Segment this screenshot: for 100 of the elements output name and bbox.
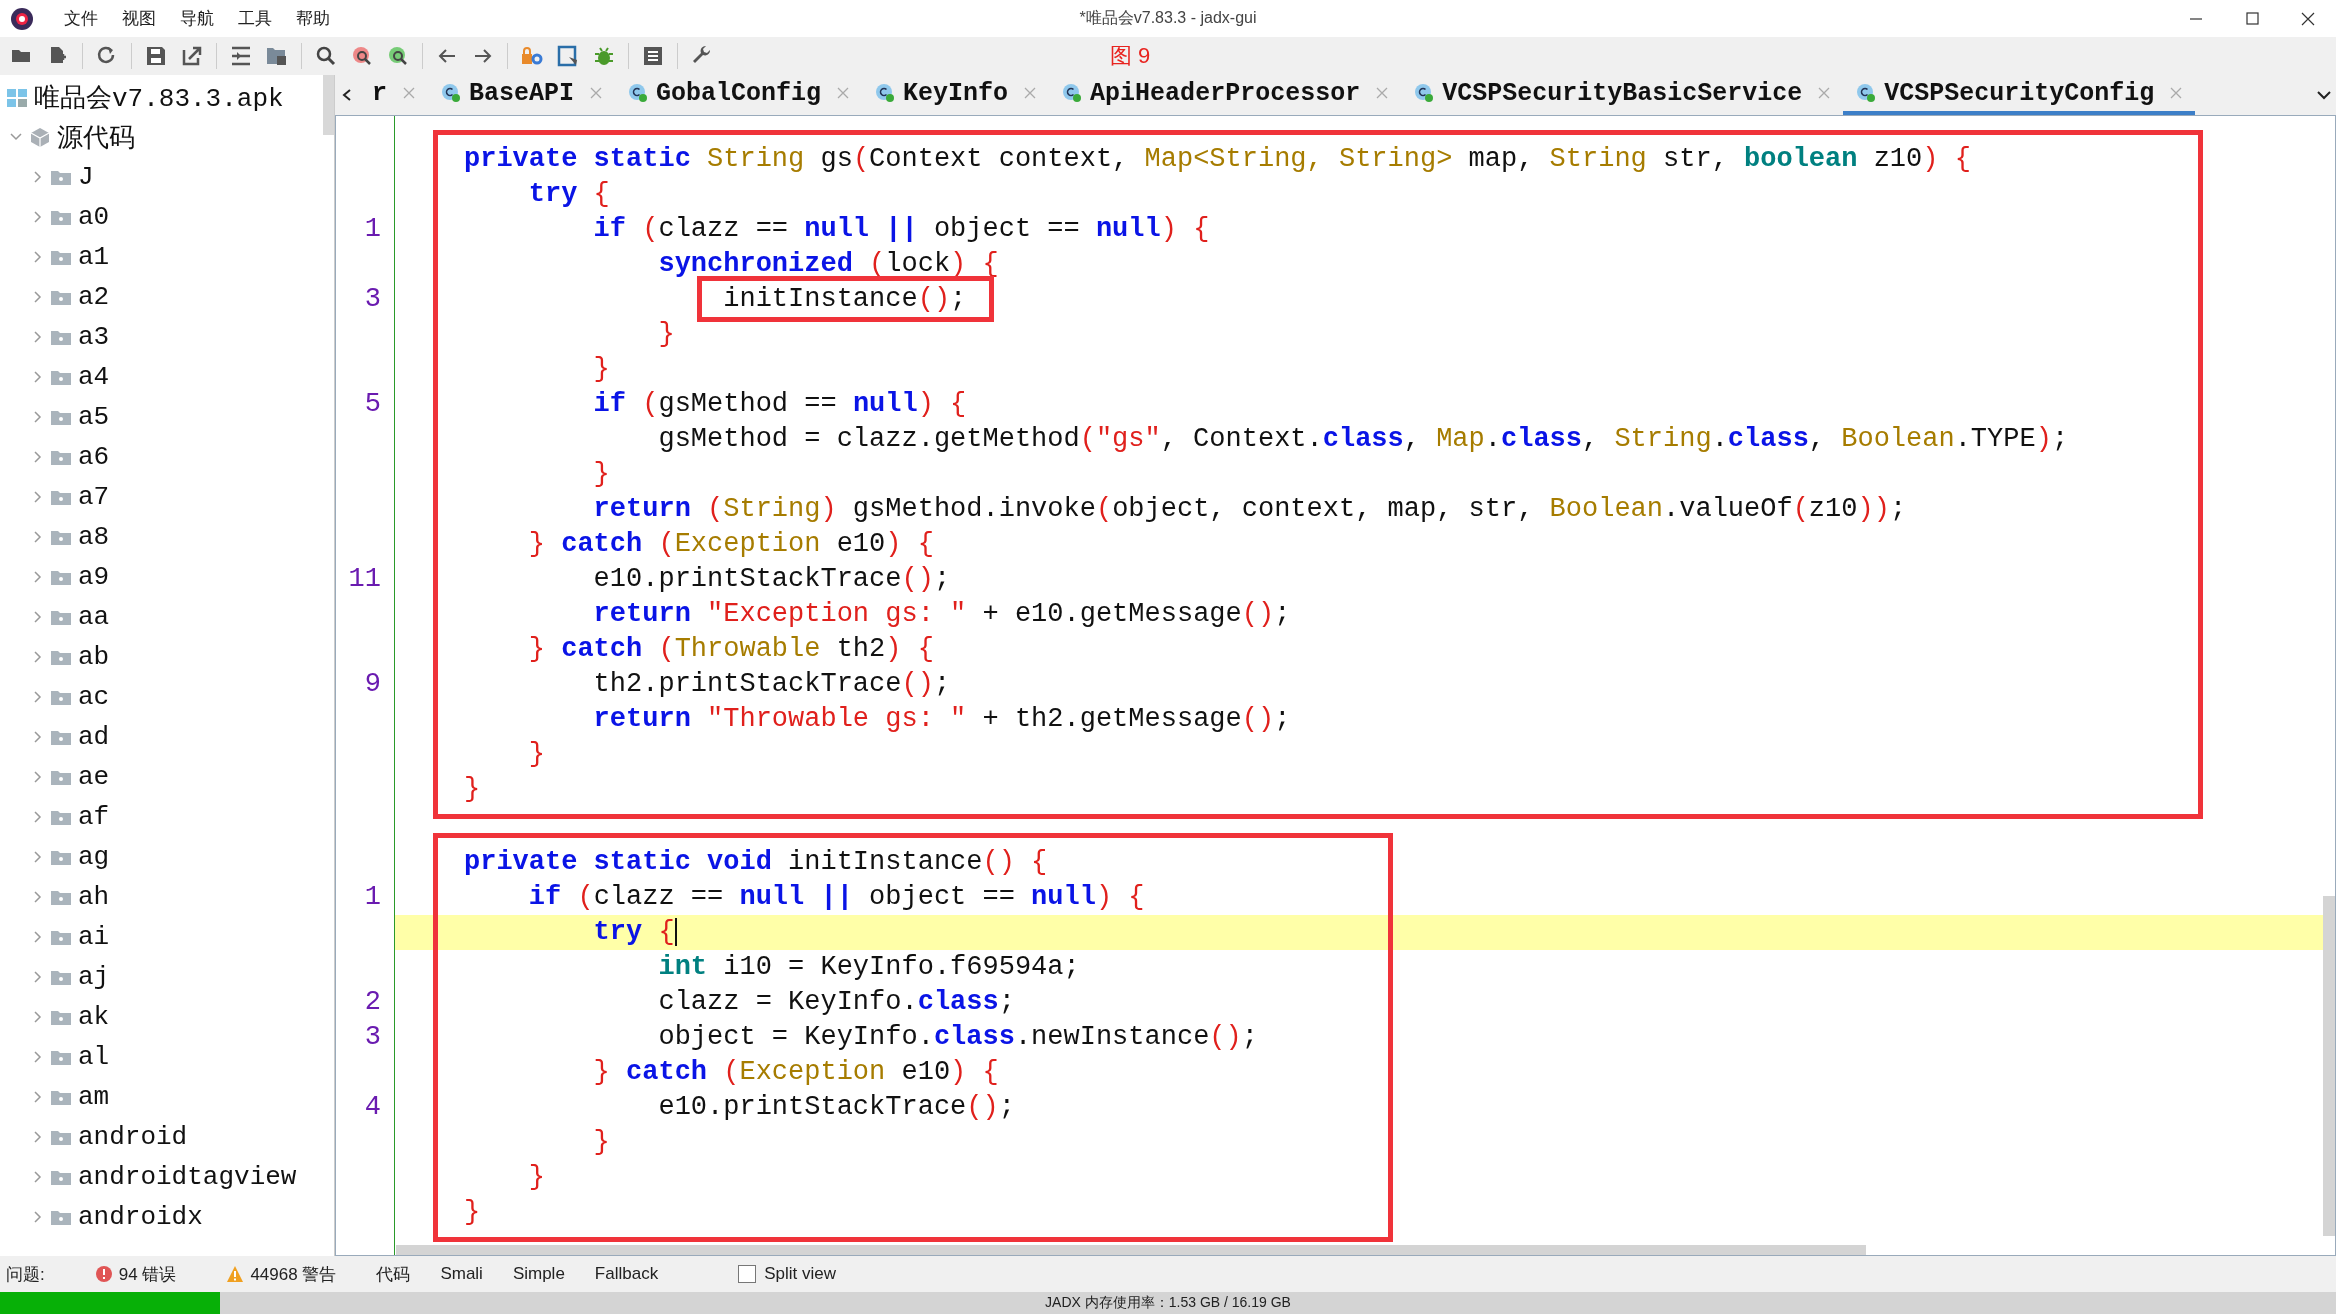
checkbox-label[interactable]: Split view bbox=[764, 1264, 836, 1284]
close-icon[interactable] bbox=[403, 87, 415, 99]
tree-item[interactable]: af bbox=[78, 802, 110, 832]
close-icon[interactable] bbox=[837, 87, 850, 99]
code-line: } catch (Exception e10) { bbox=[592, 1057, 999, 1087]
tree-item[interactable]: a6 bbox=[78, 442, 110, 472]
code-line: } bbox=[464, 774, 481, 804]
warning-count[interactable]: 44968 警告 bbox=[250, 1262, 337, 1286]
tree-item[interactable]: am bbox=[78, 1082, 110, 1112]
tree-item[interactable]: 唯品会v7.83.3.apk bbox=[34, 79, 284, 115]
class-icon bbox=[1062, 83, 1083, 103]
line-number: 9 bbox=[364, 669, 381, 699]
code-line: try { bbox=[592, 917, 675, 947]
tree-item[interactable]: androidtagview bbox=[78, 1162, 297, 1192]
line-number: 1 bbox=[364, 882, 381, 912]
warning-icon bbox=[226, 1265, 245, 1283]
tree-item[interactable]: a8 bbox=[78, 522, 110, 552]
tree-item[interactable]: ag bbox=[78, 842, 110, 872]
tree-item[interactable]: J bbox=[78, 162, 94, 192]
window-title: *唯品会v7.83.3 - jadx-gui bbox=[1079, 8, 1257, 28]
code-line: private static void initInstance() { bbox=[464, 847, 1048, 877]
cube-icon bbox=[29, 126, 51, 148]
close-icon[interactable] bbox=[2170, 87, 2183, 99]
tree-item[interactable]: androidx bbox=[78, 1202, 203, 1232]
code-line: if (clazz == null || object == null) { bbox=[527, 882, 1145, 912]
view-tab[interactable]: Simple bbox=[512, 1264, 565, 1284]
view-tab[interactable]: 代码 bbox=[376, 1262, 411, 1286]
scrollbar[interactable] bbox=[396, 1245, 1866, 1255]
tree-item[interactable]: a7 bbox=[78, 482, 110, 512]
line-number: 3 bbox=[364, 284, 381, 314]
line-number: 5 bbox=[364, 389, 381, 419]
close-icon[interactable] bbox=[590, 87, 603, 99]
tree-item[interactable]: ad bbox=[78, 722, 110, 752]
menu-item[interactable]: 导航 bbox=[168, 3, 226, 34]
editor-tab[interactable]: ApiHeaderProcessor bbox=[1049, 75, 1402, 115]
editor-tab[interactable]: BaseAPI bbox=[428, 75, 616, 115]
line-number: 4 bbox=[364, 1092, 381, 1122]
close-icon[interactable] bbox=[1818, 87, 1831, 99]
tree-item[interactable]: 源代码 bbox=[57, 119, 135, 155]
code-line: if (gsMethod == null) { bbox=[592, 389, 967, 419]
tree-item[interactable]: ah bbox=[78, 882, 110, 912]
menu-item[interactable]: 视图 bbox=[110, 3, 168, 34]
class-icon bbox=[628, 83, 649, 103]
text-cursor bbox=[674, 917, 677, 946]
line-number: 1 bbox=[364, 214, 381, 244]
tree-item[interactable]: a4 bbox=[78, 362, 110, 392]
checkbox[interactable] bbox=[738, 1265, 757, 1283]
tree-item[interactable]: a3 bbox=[78, 322, 110, 352]
class-icon bbox=[1414, 83, 1435, 103]
error-count[interactable]: 94 错误 bbox=[118, 1262, 177, 1286]
editor-tab[interactable]: KeyInfo bbox=[862, 75, 1050, 115]
tree-item[interactable]: ac bbox=[78, 682, 110, 712]
line-number: 11 bbox=[348, 564, 381, 594]
view-tab[interactable]: Smali bbox=[440, 1264, 483, 1284]
code-line: } bbox=[527, 739, 545, 769]
code-line: gsMethod = clazz.getMethod("gs", Context.class, Map.class, String.class, Boolean.TYPE); bbox=[657, 424, 2069, 454]
line-number: 3 bbox=[364, 1022, 381, 1052]
scrollbar[interactable] bbox=[323, 75, 334, 135]
issues-label: 问题: bbox=[6, 1263, 45, 1286]
code-line: e10.printStackTrace(); bbox=[592, 564, 951, 594]
close-icon[interactable] bbox=[1024, 87, 1037, 99]
code-line: initInstance(); bbox=[464, 284, 967, 314]
tree-item[interactable]: a0 bbox=[78, 202, 110, 232]
tree-item[interactable]: al bbox=[78, 1042, 110, 1072]
error-icon bbox=[94, 1265, 113, 1283]
scrollbar[interactable] bbox=[2323, 896, 2335, 1236]
class-icon bbox=[1856, 83, 1877, 103]
tree-item[interactable]: a9 bbox=[78, 562, 110, 592]
menu-item[interactable]: 文件 bbox=[52, 3, 110, 34]
code-line: clazz = KeyInfo.class; bbox=[657, 987, 1015, 1017]
code-line: } catch (Throwable th2) { bbox=[527, 634, 934, 664]
grid-icon bbox=[6, 86, 28, 108]
tree-item[interactable]: ae bbox=[78, 762, 110, 792]
code-line: } bbox=[592, 354, 610, 384]
code-line: } bbox=[464, 1197, 481, 1227]
editor-tab[interactable]: GobalConfig bbox=[615, 75, 863, 115]
view-tab[interactable]: Fallback bbox=[594, 1264, 659, 1284]
code-line: private static String gs(Context context, Map<String, String> map, String str, boolean z10) { bbox=[464, 144, 1971, 174]
code-line: return (String) gsMethod.invoke(object, context, map, str, Boolean.valueOf(z10)); bbox=[592, 494, 1907, 524]
tree-item[interactable]: ab bbox=[78, 642, 110, 672]
figure-label: 图 9 bbox=[1110, 42, 1151, 70]
code-line: } bbox=[592, 459, 610, 489]
tree-item[interactable]: ai bbox=[78, 922, 110, 952]
code-line: return "Exception gs: " + e10.getMessage(); bbox=[592, 599, 1291, 629]
editor-tab[interactable]: r bbox=[359, 75, 428, 115]
menu-item[interactable]: 工具 bbox=[226, 3, 284, 34]
tree-item[interactable]: android bbox=[78, 1122, 188, 1152]
menu-item[interactable]: 帮助 bbox=[284, 3, 342, 34]
tree-item[interactable]: a5 bbox=[78, 402, 110, 432]
code-line: if (clazz == null || object == null) { bbox=[592, 214, 1210, 244]
editor-tab[interactable]: VCSPSecurityBasicService bbox=[1401, 75, 1844, 115]
tree-item[interactable]: aj bbox=[78, 962, 110, 992]
close-icon[interactable] bbox=[1376, 87, 1389, 99]
class-icon bbox=[875, 83, 896, 103]
code-line: e10.printStackTrace(); bbox=[657, 1092, 1015, 1122]
tree-item[interactable]: a1 bbox=[78, 242, 110, 272]
tree-item[interactable]: ak bbox=[78, 1002, 110, 1032]
code-line: } bbox=[657, 319, 675, 349]
tree-item[interactable]: aa bbox=[78, 602, 110, 632]
tree-item[interactable]: a2 bbox=[78, 282, 110, 312]
